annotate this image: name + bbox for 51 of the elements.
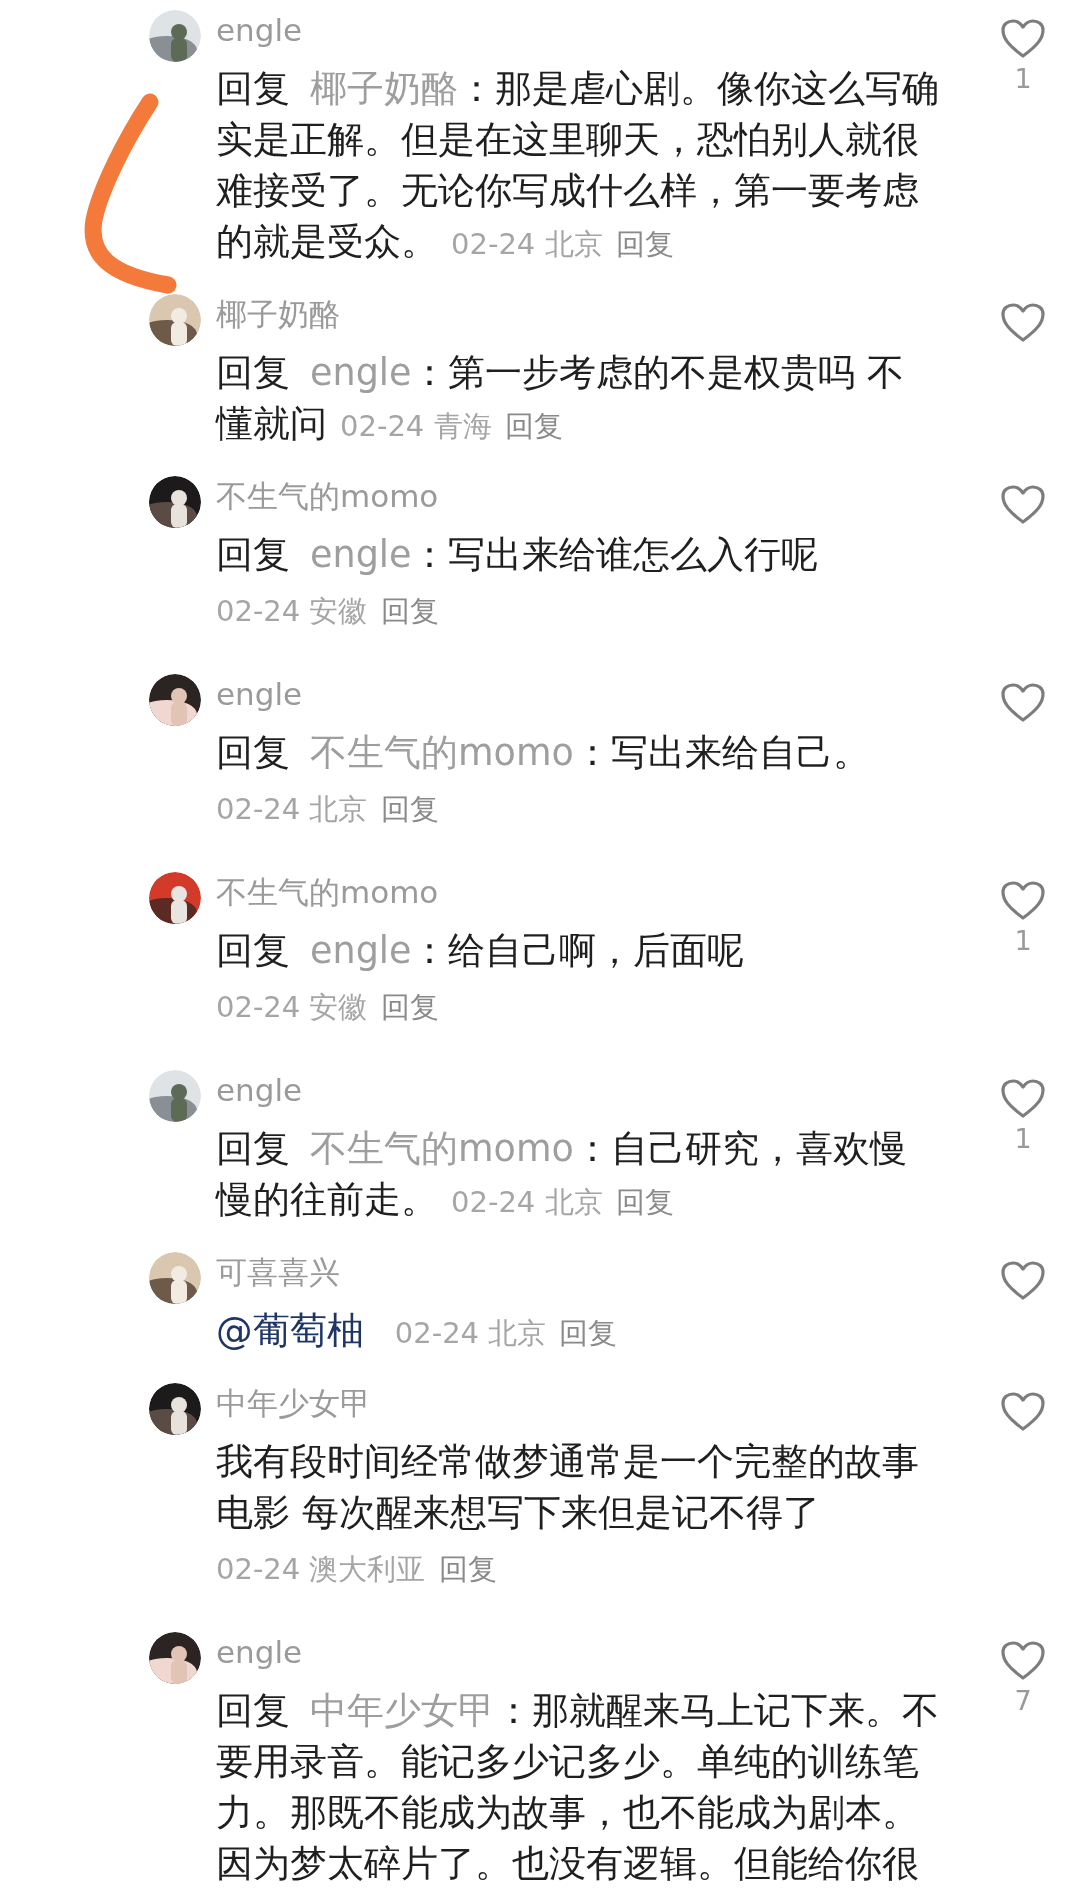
reply-link[interactable]: 回复: [380, 990, 439, 1024]
avatar[interactable]: [149, 1252, 201, 1304]
comment-time-location: 02-24 安徽: [216, 594, 368, 628]
comment-text: 回复 不生气的momo：自己研究，喜欢慢慢的往前走。 02-24 北京 回复: [216, 1127, 907, 1221]
heart-icon: [1000, 18, 1046, 60]
heart-icon: [1000, 682, 1046, 724]
comment-text: 回复 engle：写出来给谁怎么入行呢: [216, 533, 819, 576]
like-count: 7: [1014, 1684, 1032, 1718]
like-count: 1: [1014, 924, 1032, 958]
reply-link[interactable]: 回复: [615, 227, 674, 261]
comment-time-location: 02-24 澳大利亚: [216, 1552, 426, 1586]
comment-time-location: 02-24 安徽: [216, 990, 368, 1024]
like-count: 1: [1014, 62, 1032, 96]
username[interactable]: 可喜喜兴: [216, 1252, 340, 1292]
username[interactable]: engle: [216, 1070, 303, 1110]
comment-text: 回复 椰子奶酪：那是虐心剧。像你这么写确实是正解。但是在这里聊天，恐怕别人就很难接受了。无论你写成什么样，第一要考虑的就是受众。 02-24 北京 回复: [216, 67, 940, 263]
avatar[interactable]: [149, 294, 201, 346]
comment-text: 回复 中年少女甲：那就醒来马上记下来。不要用录音。能记多少记多少。单纯的训练笔力。那既不能成为故事，也不能成为剧本。因为梦太碎片了。也没有逻辑。但能给你很: [216, 1689, 940, 1885]
heart-icon: [1000, 1260, 1046, 1302]
reply-link[interactable]: 回复: [559, 1316, 618, 1350]
heart-icon: [1000, 484, 1046, 526]
reply-link[interactable]: 回复: [504, 409, 563, 443]
reply-link[interactable]: 回复: [380, 792, 439, 826]
heart-icon: [1000, 1640, 1046, 1682]
heart-icon: [1000, 1078, 1046, 1120]
comment-text: 回复 engle：给自己啊，后面呢: [216, 929, 745, 972]
username[interactable]: engle: [216, 10, 303, 50]
like-count: 1: [1014, 1122, 1032, 1156]
avatar[interactable]: [149, 476, 201, 528]
username[interactable]: engle: [216, 1632, 303, 1672]
comment-time-location: 02-24 北京: [216, 792, 368, 826]
heart-icon: [1000, 880, 1046, 922]
comment-text: 我有段时间经常做梦通常是一个完整的故事电影 每次醒来想写下来但是记不得了: [216, 1440, 919, 1534]
avatar[interactable]: [149, 1383, 201, 1435]
comment-text: 回复 engle：第一步考虑的不是权贵吗 不懂就问 02-24 青海 回复: [216, 351, 905, 445]
avatar[interactable]: [149, 674, 201, 726]
mention-link[interactable]: @葡萄柚: [216, 1309, 364, 1352]
username[interactable]: engle: [216, 674, 303, 714]
username[interactable]: 椰子奶酪: [216, 294, 340, 334]
heart-icon: [1000, 302, 1046, 344]
username[interactable]: 不生气的momo: [216, 872, 439, 912]
username[interactable]: 中年少女甲: [216, 1383, 371, 1423]
comment-time-location: 02-24 北京: [394, 1316, 547, 1350]
avatar[interactable]: [149, 1632, 201, 1684]
reply-link[interactable]: 回复: [438, 1552, 497, 1586]
heart-icon: [1000, 1391, 1046, 1433]
reply-link[interactable]: 回复: [615, 1185, 674, 1219]
username[interactable]: 不生气的momo: [216, 476, 439, 516]
reply-link[interactable]: 回复: [380, 594, 439, 628]
avatar[interactable]: [149, 872, 201, 924]
comment-text: 回复 不生气的momo：写出来给自己。: [216, 731, 870, 774]
